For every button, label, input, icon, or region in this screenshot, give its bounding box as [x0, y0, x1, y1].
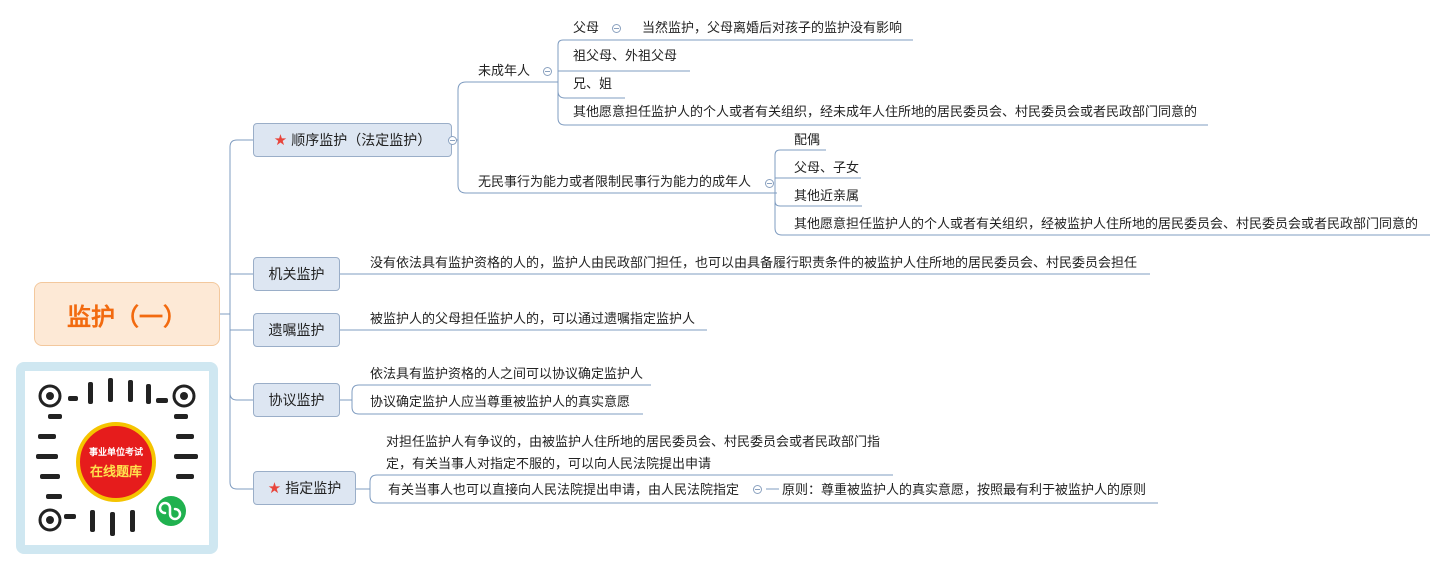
branch-agency-guardianship[interactable]: 机关监护	[253, 257, 340, 291]
node-other-adult[interactable]: 其他愿意担任监护人的个人或者有关组织，经被监护人住所地的居民委员会、村民委员会或…	[794, 217, 1418, 233]
root-title: 监护（一）	[67, 302, 187, 331]
branch-designated-guardianship[interactable]: ★ 指定监护	[253, 471, 356, 505]
mind-map: 监护（一） ★ 顺序监护（法定监护） 未成年人 父母 当然监护，父母离婚后对孩子…	[0, 0, 1446, 570]
collapse-icon[interactable]	[543, 67, 552, 76]
root-node[interactable]: 监护（一）	[34, 282, 220, 346]
node-parents[interactable]: 父母	[573, 21, 599, 37]
connector-root-trunk	[220, 139, 253, 490]
star-icon: ★	[273, 131, 288, 149]
node-parents-children[interactable]: 父母、子女	[794, 161, 859, 177]
branch-label: 遗嘱监护	[268, 323, 325, 339]
node-siblings[interactable]: 兄、姐	[573, 77, 612, 93]
node-other-minor[interactable]: 其他愿意担任监护人的个人或者有关组织，经未成年人住所地的居民委员会、村民委员会或…	[573, 105, 1197, 121]
branch-sequential-guardianship[interactable]: ★ 顺序监护（法定监护）	[253, 123, 452, 157]
node-agreement-2[interactable]: 协议确定监护人应当尊重被监护人的真实意愿	[370, 395, 630, 411]
node-minor[interactable]: 未成年人	[478, 64, 530, 80]
node-court[interactable]: 有关当事人也可以直接向人民法院提出申请，由人民法院指定	[388, 483, 739, 499]
collapse-icon[interactable]	[448, 136, 457, 145]
node-agency-desc[interactable]: 没有依法具有监护资格的人的，监护人由民政部门担任，也可以由具备履行职责条件的被监…	[370, 256, 1137, 272]
branch-agreement-guardianship[interactable]: 协议监护	[253, 383, 340, 417]
qr-line2: 在线题库	[89, 464, 142, 480]
qr-line1: 事业单位考试	[88, 447, 143, 458]
branch-will-guardianship[interactable]: 遗嘱监护	[253, 313, 340, 347]
branch-label: 机关监护	[268, 267, 325, 283]
node-will-desc[interactable]: 被监护人的父母担任监护人的，可以通过遗嘱指定监护人	[370, 312, 695, 328]
star-icon: ★	[267, 479, 282, 497]
node-grandparents[interactable]: 祖父母、外祖父母	[573, 49, 677, 65]
collapse-icon[interactable]	[765, 179, 774, 188]
node-dispute[interactable]: 对担任监护人有争议的，由被监护人住所地的居民委员会、村民委员会或者民政部门指定，…	[386, 432, 886, 476]
node-incapacitated-adult[interactable]: 无民事行为能力或者限制民事行为能力的成年人	[478, 175, 751, 191]
collapse-icon[interactable]	[612, 24, 621, 33]
branch-label: 顺序监护（法定监护）	[291, 133, 432, 149]
qr-badge: 事业单位考试 在线题库	[76, 422, 156, 502]
node-parents-note[interactable]: 当然监护，父母离婚后对孩子的监护没有影响	[642, 21, 902, 37]
node-spouse[interactable]: 配偶	[794, 133, 820, 149]
branch-label: 协议监护	[268, 393, 325, 409]
collapse-icon[interactable]	[753, 485, 762, 494]
node-principle[interactable]: 原则：尊重被监护人的真实意愿，按照最有利于被监护人的原则	[782, 483, 1146, 499]
wechat-logo-icon	[156, 496, 186, 526]
node-agreement-1[interactable]: 依法具有监护资格的人之间可以协议确定监护人	[370, 367, 643, 383]
node-close-relatives[interactable]: 其他近亲属	[794, 189, 859, 205]
branch-label: 指定监护	[285, 481, 342, 497]
